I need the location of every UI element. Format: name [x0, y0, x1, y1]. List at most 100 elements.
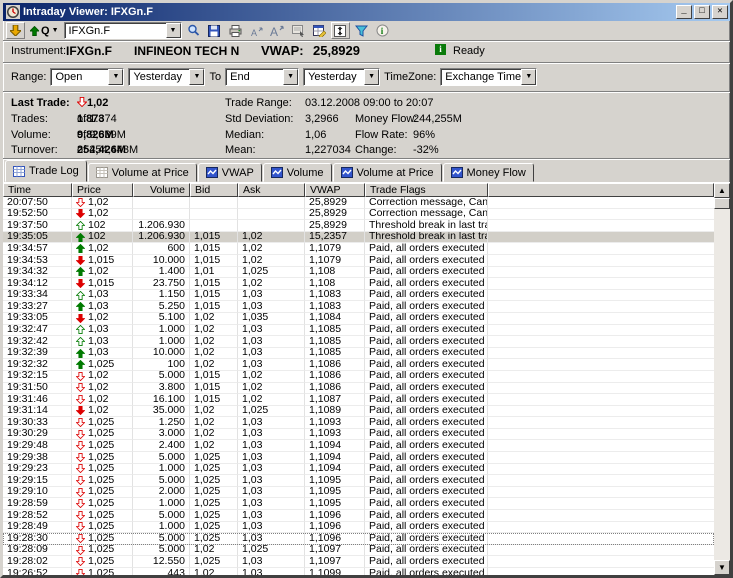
- chevron-down-icon[interactable]: ▼: [189, 69, 204, 85]
- receive-data-button[interactable]: [6, 22, 25, 39]
- titlebar[interactable]: Intraday Viewer: IFXGn.F _ □ ✕: [3, 3, 730, 21]
- table-row[interactable]: 19:34:531,01510.0001,0151,021,1079Paid, …: [3, 255, 714, 267]
- table-row[interactable]: 19:28:521,0255.0001,0251,031,1096Paid, a…: [3, 510, 714, 522]
- cell-price: 1,025: [72, 510, 133, 522]
- font-decrease-button[interactable]: A: [247, 22, 266, 39]
- cell-time: 19:30:33: [3, 417, 72, 429]
- column-header-time[interactable]: Time: [3, 183, 72, 197]
- instrument-combobox[interactable]: IFXGn.F ▼: [64, 22, 182, 39]
- cell-filler: [488, 475, 714, 487]
- table-row[interactable]: 19:28:091,0255.0001,021,0251,1097Paid, a…: [3, 545, 714, 557]
- table-row[interactable]: 19:28:021,02512.5501,0251,031,1097Paid, …: [3, 556, 714, 568]
- column-header-price[interactable]: Price: [72, 183, 133, 197]
- cell-trade-flags: Paid, all orders executed (b...: [365, 556, 488, 568]
- table-row[interactable]: 19:32:151,025.0001,0151,021,1086Paid, al…: [3, 371, 714, 383]
- table-row[interactable]: 19:52:501,0225,8929Correction message, C…: [3, 209, 714, 221]
- cell-price: 1,03: [72, 325, 133, 337]
- search-button[interactable]: [184, 22, 203, 39]
- table-row[interactable]: 19:35:051021.206.9301,0151,0215,2357Thre…: [3, 232, 714, 244]
- scrollbar-track[interactable]: [714, 209, 730, 560]
- table-row[interactable]: 19:31:501,023.8001,0151,021,1086Paid, al…: [3, 383, 714, 395]
- table-row[interactable]: 19:33:341,031.1501,0151,031,1083Paid, al…: [3, 290, 714, 302]
- minimize-button[interactable]: _: [676, 5, 692, 19]
- column-header-ask[interactable]: Ask: [238, 183, 305, 197]
- vertical-scrollbar[interactable]: ▲ ▼: [714, 183, 730, 575]
- close-button[interactable]: ✕: [712, 5, 728, 19]
- table-row[interactable]: 19:32:391,0310.0001,021,031,1085Paid, al…: [3, 348, 714, 360]
- select-region-button[interactable]: [289, 22, 308, 39]
- tab-trade-log[interactable]: Trade Log: [5, 160, 87, 182]
- cell-filler: [488, 568, 714, 575]
- tab-volume-at-price[interactable]: Volume at Price: [88, 163, 197, 182]
- cell-price: 102: [72, 220, 133, 232]
- cell-price: 1,025: [72, 452, 133, 464]
- scroll-down-button[interactable]: ▼: [714, 560, 730, 575]
- down-arrow-icon: [76, 569, 85, 575]
- table-row[interactable]: 19:29:481,0252.4001,021,031,1094Paid, al…: [3, 440, 714, 452]
- chevron-down-icon[interactable]: ▼: [521, 69, 536, 85]
- table-row[interactable]: 19:33:271,035.2501,0151,031,1083Paid, al…: [3, 301, 714, 313]
- table-row[interactable]: 19:29:381,0255.0001,0251,031,1094Paid, a…: [3, 452, 714, 464]
- cell-bid: 1,015: [190, 243, 238, 255]
- table-row[interactable]: 19:33:051,025.1001,021,0351,1084Paid, al…: [3, 313, 714, 325]
- table-row[interactable]: 19:37:501021.206.93025,8929Threshold bre…: [3, 220, 714, 232]
- edit-sheet-button[interactable]: [310, 22, 329, 39]
- scroll-up-button[interactable]: ▲: [714, 183, 730, 198]
- range-to-day-select[interactable]: Yesterday▼: [303, 68, 380, 86]
- scrollbar-thumb[interactable]: [714, 198, 730, 209]
- table-row[interactable]: 19:29:151,0255.0001,0251,031,1095Paid, a…: [3, 475, 714, 487]
- range-from-type-select[interactable]: Open▼: [50, 68, 124, 86]
- table-row[interactable]: 19:32:421,031.0001,021,031,1085Paid, all…: [3, 336, 714, 348]
- tab-money-flow[interactable]: Money Flow: [443, 163, 534, 182]
- chevron-down-icon[interactable]: ▼: [108, 69, 123, 85]
- tab-volume[interactable]: Volume: [263, 163, 332, 182]
- table-row[interactable]: 19:28:491,0251.0001,0251,031,1096Paid, a…: [3, 522, 714, 534]
- cell-vwap: 1,1097: [305, 545, 365, 557]
- table-row[interactable]: 19:30:331,0251.2501,021,031,1093Paid, al…: [3, 417, 714, 429]
- tab-volume-at-price[interactable]: Volume at Price: [333, 163, 442, 182]
- maximize-button[interactable]: □: [694, 5, 710, 19]
- table-row[interactable]: 19:32:321,0251001,021,031,1086Paid, all …: [3, 359, 714, 371]
- cell-vwap: 25,8929: [305, 220, 365, 232]
- range-to-type-select[interactable]: End▼: [225, 68, 299, 86]
- table-row[interactable]: 19:31:461,0216.1001,0151,021,1087Paid, a…: [3, 394, 714, 406]
- save-button[interactable]: [205, 22, 224, 39]
- info-button[interactable]: i: [373, 22, 392, 39]
- cell-volume: 1.400: [133, 267, 190, 279]
- chevron-down-icon[interactable]: ▼: [364, 69, 379, 85]
- table-row[interactable]: 19:34:121,01523.7501,0151,021,108Paid, a…: [3, 278, 714, 290]
- table-row[interactable]: 19:30:291,0253.0001,021,031,1093Paid, al…: [3, 429, 714, 441]
- tab-vwap[interactable]: VWAP: [198, 163, 262, 182]
- column-header-bid[interactable]: Bid: [190, 183, 238, 197]
- cell-vwap: 1,1094: [305, 464, 365, 476]
- table-row[interactable]: 19:34:571,026001,0151,021,1079Paid, all …: [3, 243, 714, 255]
- table-row[interactable]: 19:29:101,0252.0001,0251,031,1095Paid, a…: [3, 487, 714, 499]
- filter-button[interactable]: [352, 22, 371, 39]
- table-row[interactable]: 19:32:471,031.0001,021,031,1085Paid, all…: [3, 325, 714, 337]
- fit-rows-button[interactable]: [331, 22, 350, 39]
- print-button[interactable]: [226, 22, 245, 39]
- column-header-trade-flags[interactable]: Trade Flags: [365, 183, 488, 197]
- instrument-combobox-arrow[interactable]: ▼: [166, 23, 181, 38]
- table-row[interactable]: 19:26:521,0254431,021,031,1099Paid, all …: [3, 568, 714, 575]
- column-header-volume[interactable]: Volume: [133, 183, 190, 197]
- timezone-select[interactable]: Exchange Time▼: [440, 68, 537, 86]
- cell-vwap: 1,1095: [305, 498, 365, 510]
- column-header-vwap[interactable]: VWAP: [305, 183, 365, 197]
- table-row[interactable]: 19:34:321,021.4001,011,0251,108Paid, all…: [3, 267, 714, 279]
- font-increase-button[interactable]: A: [268, 22, 287, 39]
- range-from-day-select[interactable]: Yesterday▼: [128, 68, 205, 86]
- table-row[interactable]: 20:07:501,0225,8929Correction message, C…: [3, 197, 714, 209]
- quote-control[interactable]: Q ▼: [27, 22, 62, 39]
- cell-price: 1,025: [72, 429, 133, 441]
- table-row[interactable]: 19:29:231,0251.0001,0251,031,1094Paid, a…: [3, 464, 714, 476]
- down-arrow-icon: [76, 383, 85, 392]
- table-row[interactable]: 19:28:301,0255.0001,0251,031,1096Paid, a…: [3, 533, 714, 545]
- table-row[interactable]: 19:31:141,0235.0001,021,0251,1089Paid, a…: [3, 406, 714, 418]
- cell-bid: 1,025: [190, 533, 238, 545]
- cell-price: 1,025: [72, 568, 133, 575]
- quote-dropdown-arrow[interactable]: ▼: [52, 27, 59, 34]
- table-row[interactable]: 19:28:591,0251.0001,0251,031,1095Paid, a…: [3, 498, 714, 510]
- chevron-down-icon[interactable]: ▼: [283, 69, 298, 85]
- cell-trade-flags: Paid, all orders executed (b...: [365, 510, 488, 522]
